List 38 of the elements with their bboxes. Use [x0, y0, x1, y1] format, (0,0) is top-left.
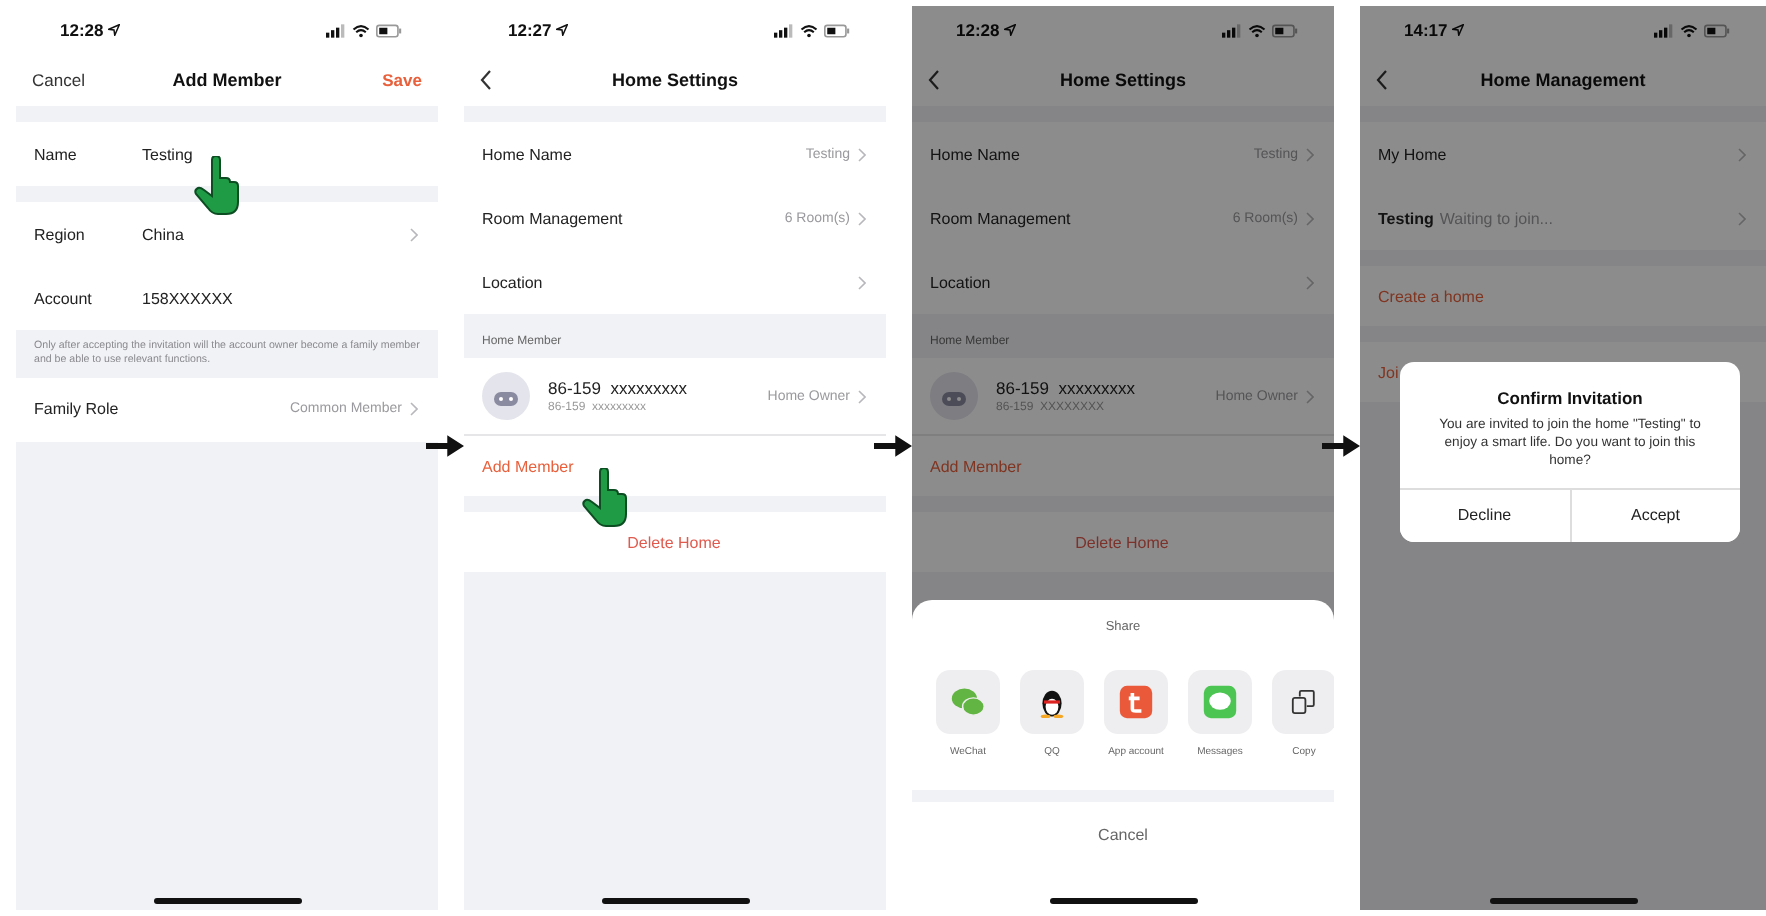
field-value: 158XXXXXX [142, 289, 233, 307]
field-label: Account [34, 289, 94, 307]
row-label: Family Role [34, 400, 119, 419]
form-row[interactable]: Region China [16, 202, 438, 266]
field-value: China [142, 225, 184, 243]
dialog-title: Confirm Invitation [1497, 388, 1643, 408]
action-row[interactable]: Add Member [464, 436, 886, 496]
home-name: Testing [1378, 209, 1434, 227]
row-label: Location [482, 273, 543, 291]
member-name: 86-159 xxxxxxxxx [996, 378, 1135, 398]
form-row[interactable]: Name Testing [16, 122, 438, 186]
member-name: 86-159 xxxxxxxxx [548, 378, 687, 398]
settings-row[interactable]: Location [912, 250, 1334, 314]
save-button[interactable]: Save [382, 70, 422, 90]
status-time: 12:27 [508, 20, 552, 40]
screen-title: Add Member [172, 70, 282, 90]
settings-row[interactable]: Location [464, 250, 886, 314]
cancel-button[interactable]: Cancel [32, 70, 85, 90]
field-label: Name [34, 145, 79, 163]
status-time: 14:17 [1404, 20, 1448, 40]
delete-row[interactable]: Delete Home [464, 512, 886, 572]
row-label: My Home [1378, 145, 1447, 163]
screen-title: Home Settings [1059, 70, 1186, 90]
row-label: Room Management [482, 209, 623, 227]
status-time: 12:28 [60, 20, 104, 40]
row-label: Home Name [482, 145, 572, 163]
form-row[interactable]: Account 158XXXXXX [16, 266, 438, 330]
screen-title: Home Settings [611, 70, 738, 90]
cancel-button[interactable]: Cancel [1086, 822, 1160, 848]
row-label: Home Name [930, 145, 1020, 163]
screen-title: Home Management [1480, 70, 1646, 90]
status-time: 12:28 [956, 20, 1000, 40]
row-label: Location [930, 273, 991, 291]
dialog-button[interactable]: Accept [1569, 489, 1740, 542]
field-value: Testing [142, 145, 193, 163]
row-label: Room Management [930, 209, 1071, 227]
settings-row[interactable]: My Home [1360, 122, 1766, 186]
field-label: Region [34, 225, 87, 243]
